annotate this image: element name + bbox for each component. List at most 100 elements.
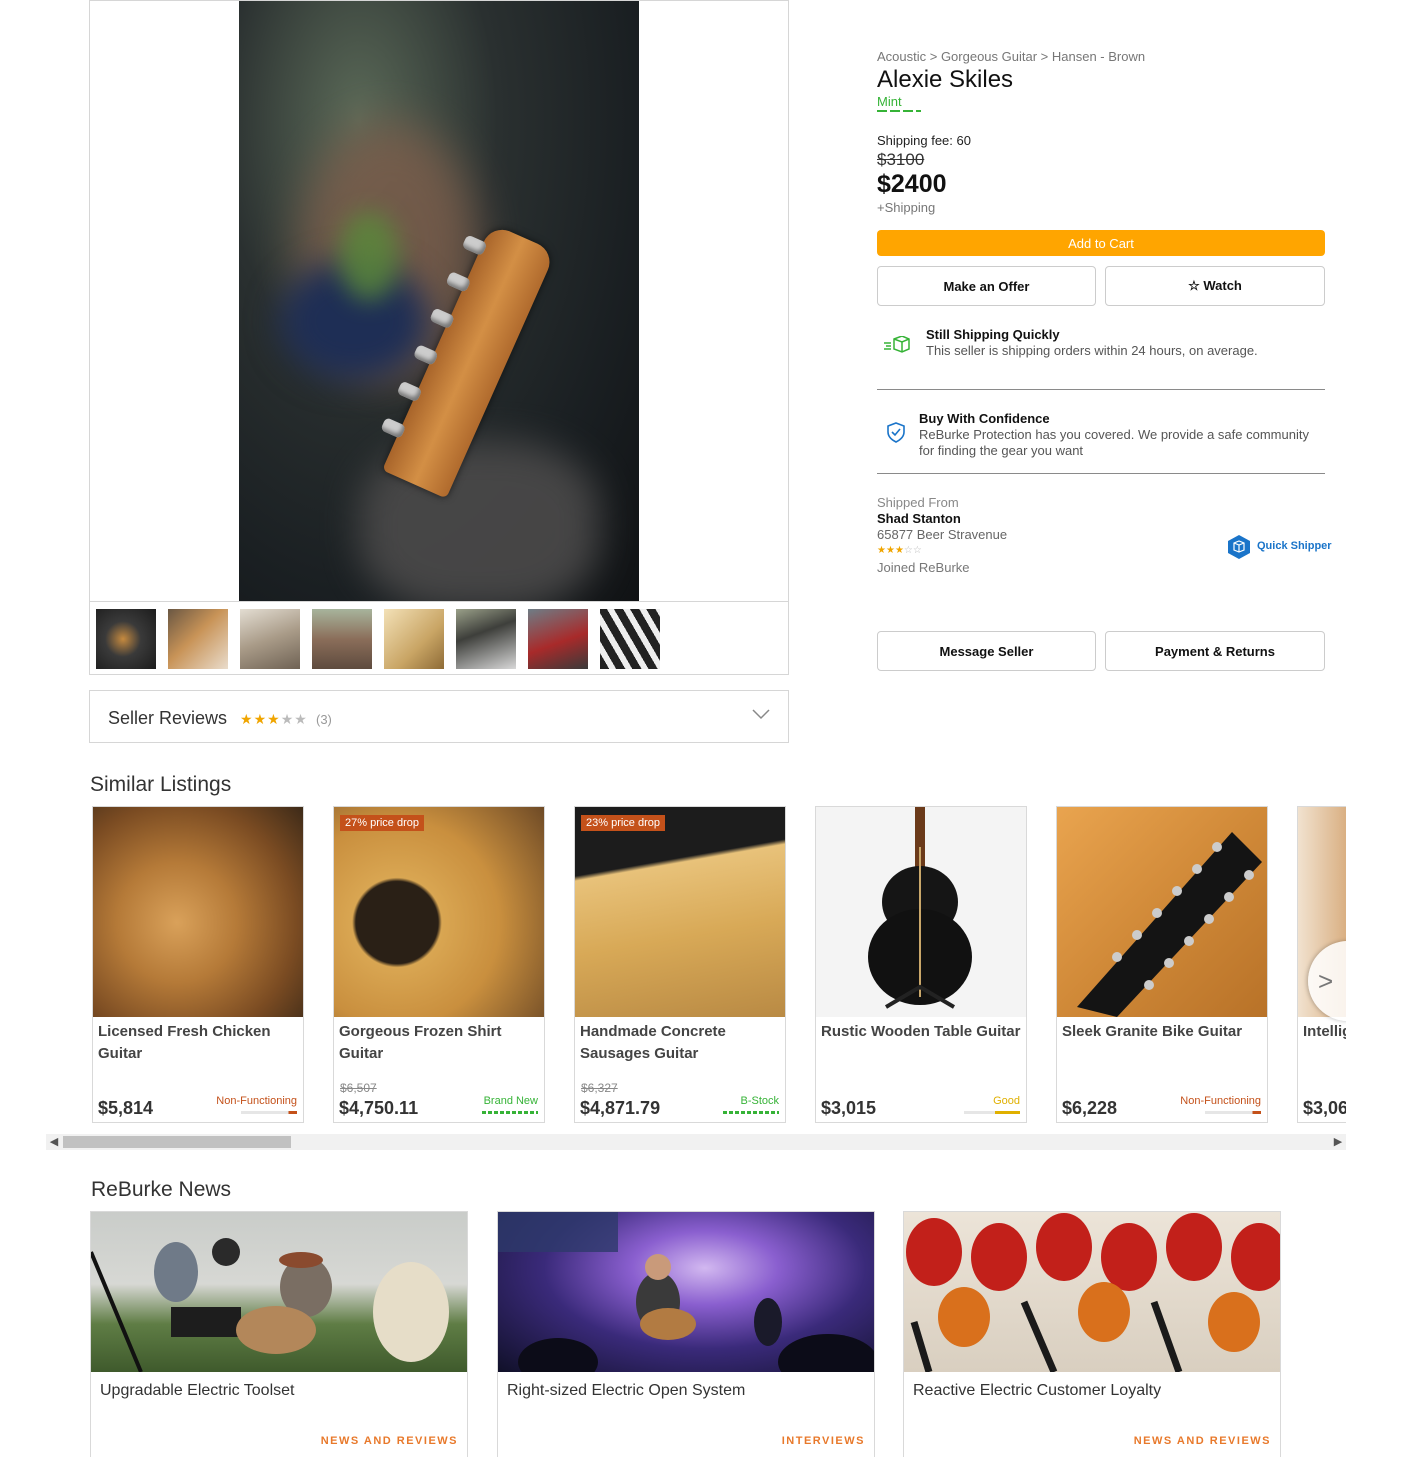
current-price: $2400: [877, 170, 947, 198]
shield-check-icon: [887, 422, 905, 443]
star-empty-icon: ★: [294, 711, 308, 727]
seller-reviews-count: (3): [316, 712, 332, 727]
listing-name: Intelligent Guitar: [1303, 1023, 1346, 1040]
listing-image: [93, 807, 303, 1017]
news-image: [904, 1212, 1280, 1374]
buy-confidence-text: ReBurke Protection has you covered. We p…: [919, 427, 1309, 458]
listing-card[interactable]: Licensed Fresh Chicken Guitar $5,814 Non…: [92, 806, 304, 1123]
message-seller-button[interactable]: Message Seller: [877, 631, 1096, 671]
seller-name[interactable]: Shad Stanton: [877, 511, 961, 526]
product-main-image[interactable]: [239, 1, 639, 601]
buy-confidence-notice: Buy With Confidence ReBurke Protection h…: [877, 404, 1325, 464]
condition-meter: [241, 1111, 297, 1114]
listing-original-price: $6,327: [581, 1081, 618, 1095]
star-icon: ★: [267, 711, 281, 727]
news-card[interactable]: Upgradable Electric Toolset NEWS AND REV…: [90, 1211, 468, 1457]
listing-image: [1057, 807, 1267, 1017]
watch-button[interactable]: ☆ Watch: [1105, 266, 1325, 306]
star-icon: ★: [240, 711, 254, 727]
listing-name: Sleek Granite Bike Guitar: [1062, 1023, 1243, 1040]
seller-address: 65877 Beer Stravenue: [877, 527, 1008, 542]
news-category[interactable]: INTERVIEWS: [782, 1435, 865, 1447]
thumbnail-image[interactable]: [240, 609, 300, 669]
news-title: Upgradable Electric Toolset: [100, 1382, 295, 1399]
news-category[interactable]: NEWS AND REVIEWS: [321, 1435, 458, 1447]
news-category[interactable]: NEWS AND REVIEWS: [1134, 1435, 1271, 1447]
seller-reviews-title: Seller Reviews: [108, 708, 228, 728]
plus-shipping: +Shipping: [877, 200, 936, 215]
listing-condition: Brand New: [483, 1095, 538, 1107]
listing-name: Rustic Wooden Table Guitar: [821, 1023, 1021, 1040]
news-image: [498, 1212, 874, 1390]
thumbnail-image[interactable]: [600, 609, 660, 669]
payment-returns-button[interactable]: Payment & Returns: [1105, 631, 1325, 671]
joined-label: Joined ReBurke: [877, 560, 970, 575]
listing-image: [334, 807, 544, 1017]
listing-price: $3,06: [1303, 1098, 1346, 1118]
listing-name: Handmade Concrete Sausages Guitar: [580, 1023, 726, 1062]
thumbnail-image[interactable]: [384, 609, 444, 669]
chevron-right-icon: >: [1318, 966, 1334, 996]
quick-shipper-icon: [1228, 535, 1250, 559]
shipping-fee: Shipping fee: 60: [877, 133, 971, 148]
news-section-title: ReBurke News: [91, 1178, 232, 1201]
star-icon: ★: [885, 545, 895, 556]
condition-meter: [1205, 1111, 1261, 1114]
star-empty-icon: ★: [280, 711, 295, 727]
listing-price: $4,750.11: [339, 1098, 419, 1118]
listing-card[interactable]: 23% price drop Handmade Concrete Sausage…: [574, 806, 786, 1123]
thumbnail-image[interactable]: [168, 609, 228, 669]
make-offer-button[interactable]: Make an Offer: [877, 266, 1096, 306]
similar-listings-carousel: Licensed Fresh Chicken Guitar $5,814 Non…: [46, 806, 1346, 1151]
listing-card[interactable]: Sleek Granite Bike Guitar $6,228 Non-Fun…: [1056, 806, 1268, 1123]
price-drop-badge: 23% price drop: [581, 815, 665, 831]
star-icon: ★: [877, 545, 886, 556]
scroll-left-arrow-icon[interactable]: ◀: [46, 1134, 62, 1150]
breadcrumb[interactable]: Acoustic > Gorgeous Guitar > Hansen - Br…: [877, 49, 1145, 64]
seller-reviews-accordion[interactable]: Seller Reviews ★★★★★ (3): [89, 690, 789, 743]
condition-meter: [482, 1111, 538, 1114]
listing-price: $4,871.79: [580, 1098, 661, 1118]
shipping-quickly-text: This seller is shipping orders within 24…: [926, 343, 1258, 358]
thumbnail-image[interactable]: [312, 609, 372, 669]
thumbnail-image[interactable]: [528, 609, 588, 669]
quick-shipper-badge: Quick Shipper: [1227, 534, 1332, 560]
listing-image: [816, 807, 1026, 1017]
listing-image: [575, 807, 785, 1017]
original-price: $3100: [877, 150, 925, 169]
scroll-right-arrow-icon[interactable]: ▶: [1330, 1134, 1346, 1150]
condition-meter: [877, 110, 921, 112]
listing-price: $5,814: [98, 1098, 154, 1118]
quick-shipper-label: Quick Shipper: [1257, 540, 1332, 552]
price-drop-badge: 27% price drop: [340, 815, 424, 831]
shipping-quickly-title: Still Shipping Quickly: [926, 327, 1060, 342]
news-title: Reactive Electric Customer Loyalty: [913, 1382, 1162, 1399]
chevron-down-icon[interactable]: [752, 705, 770, 723]
listing-condition: Good: [993, 1095, 1020, 1107]
listing-card[interactable]: 27% price drop Gorgeous Frozen Shirt Gui…: [333, 806, 545, 1123]
listing-name: Gorgeous Frozen Shirt Guitar: [339, 1023, 502, 1062]
listing-card[interactable]: Rustic Wooden Table Guitar $3,015 Good: [815, 806, 1027, 1123]
listing-original-price: $6,507: [340, 1081, 377, 1095]
listing-name: Licensed Fresh Chicken Guitar: [98, 1023, 271, 1062]
star-empty-icon: ☆: [912, 545, 922, 556]
scrollbar-thumb[interactable]: [63, 1136, 291, 1148]
listing-price: $6,228: [1062, 1098, 1118, 1118]
divider: [877, 473, 1325, 474]
condition-meter: [964, 1111, 1020, 1114]
news-image: [91, 1212, 467, 1373]
listing-condition: B-Stock: [740, 1095, 779, 1107]
listing-condition: Non-Functioning: [216, 1095, 297, 1107]
buy-confidence-title: Buy With Confidence: [919, 411, 1050, 426]
divider: [877, 389, 1325, 390]
news-card[interactable]: Reactive Electric Customer Loyalty NEWS …: [903, 1211, 1281, 1457]
condition-meter: [723, 1111, 779, 1114]
shipped-from-label: Shipped From: [877, 495, 959, 510]
thumbnail-image[interactable]: [456, 609, 516, 669]
thumbnail-image[interactable]: [96, 609, 156, 669]
product-gallery: [89, 0, 789, 675]
add-to-cart-button[interactable]: Add to Cart: [877, 230, 1325, 256]
horizontal-scrollbar[interactable]: ◀ ▶: [46, 1134, 1346, 1150]
thumbnail-strip: [90, 601, 788, 675]
news-card[interactable]: Right-sized Electric Open System INTERVI…: [497, 1211, 875, 1457]
